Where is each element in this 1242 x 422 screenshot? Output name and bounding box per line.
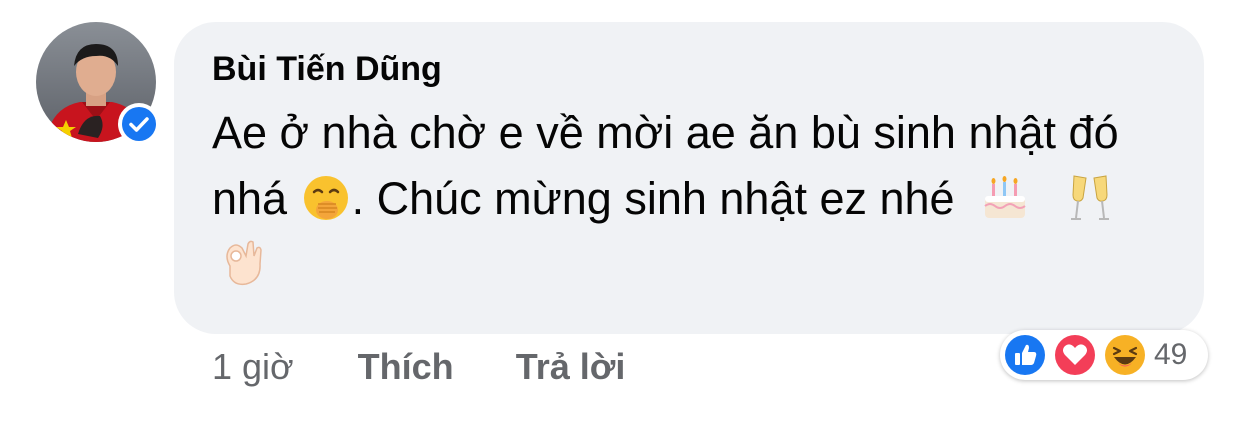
reaction-count: 49 bbox=[1154, 338, 1188, 371]
author-name[interactable]: Bùi Tiến Dũng bbox=[212, 50, 442, 89]
comment-text-line1: Ae ở nhà chờ e về mời ae ăn bù sinh nhật… bbox=[212, 107, 1119, 158]
timestamp[interactable]: 1 giờ bbox=[212, 346, 294, 388]
like-button[interactable]: Thích bbox=[358, 346, 454, 388]
like-reaction-icon bbox=[1002, 332, 1048, 378]
reactions-summary[interactable]: 49 bbox=[1000, 330, 1208, 380]
haha-reaction-icon bbox=[1102, 332, 1148, 378]
love-reaction-icon bbox=[1052, 332, 1098, 378]
comment-actions: 1 giờ Thích Trả lời bbox=[212, 346, 677, 388]
verified-badge-icon bbox=[118, 103, 160, 145]
birthday-cake-icon bbox=[977, 170, 1033, 226]
comment: Bùi Tiến Dũng Ae ở nhà chờ e về mời ae ă… bbox=[0, 0, 1242, 422]
reply-button[interactable]: Trả lời bbox=[516, 346, 626, 388]
face-with-hand-over-mouth-icon bbox=[300, 172, 352, 224]
comment-text-line2-start: nhá bbox=[212, 173, 288, 224]
comment-text: Ae ở nhà chờ e về mời ae ăn bù sinh nhật… bbox=[212, 100, 1192, 298]
ok-hand-icon bbox=[216, 236, 270, 292]
clinking-glasses-icon bbox=[1064, 170, 1116, 226]
comment-text-line2-mid: . Chúc mừng sinh nhật ez nhé bbox=[351, 173, 955, 224]
